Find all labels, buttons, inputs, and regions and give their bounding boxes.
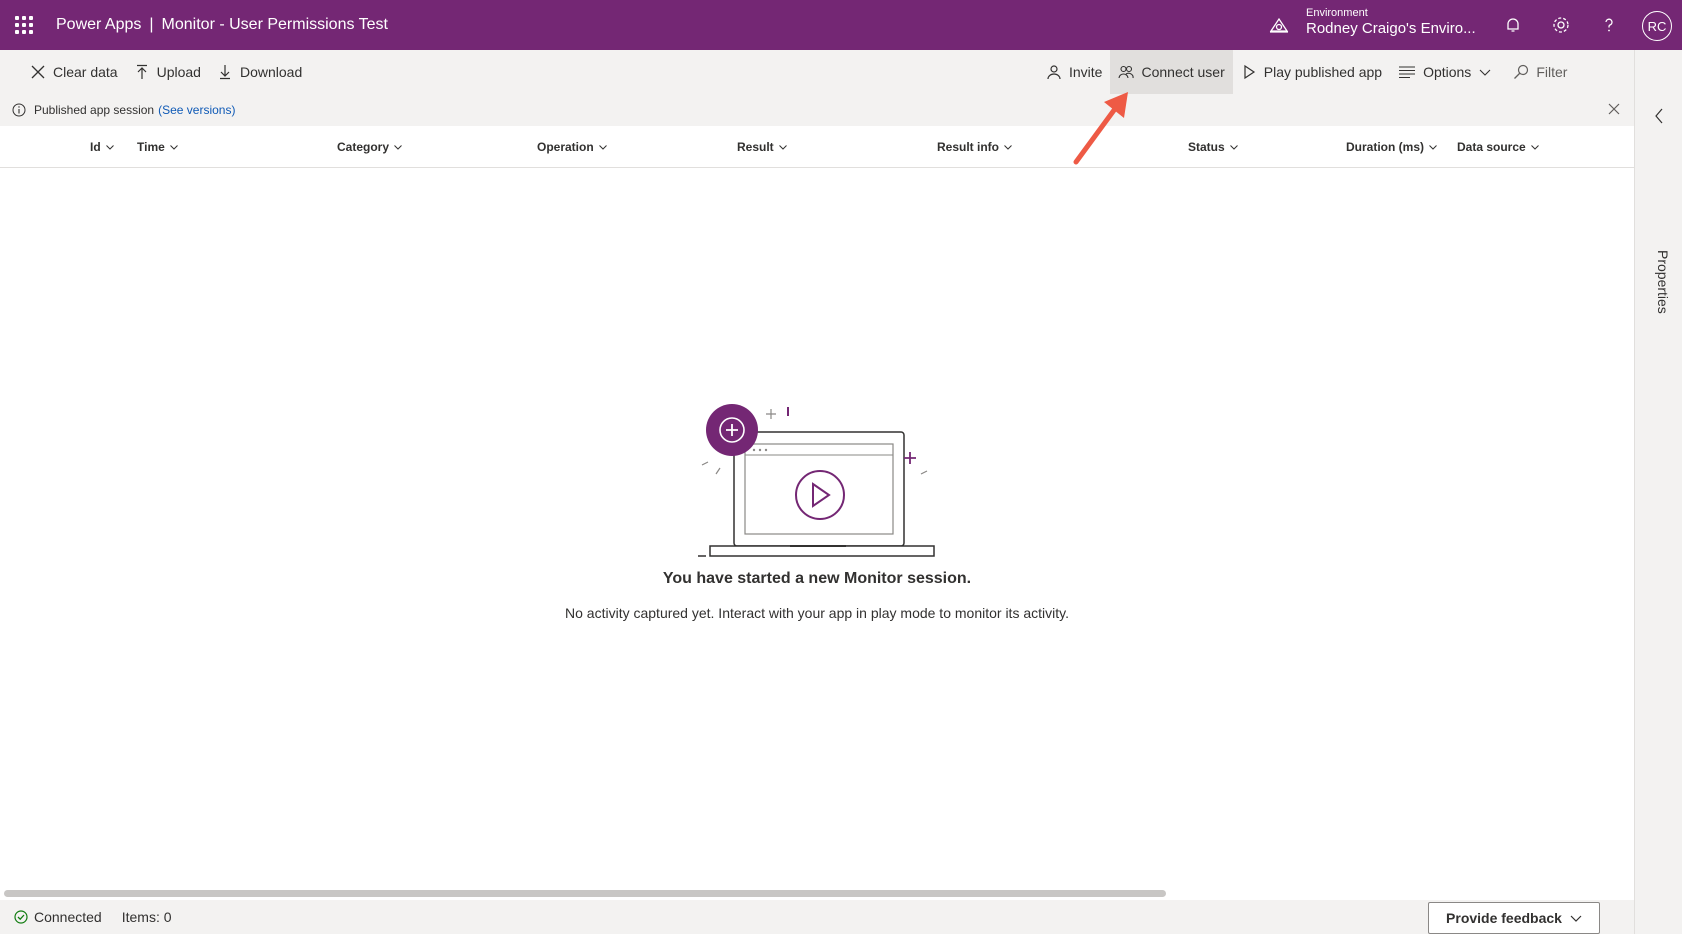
chevron-down-icon (1229, 145, 1238, 150)
items-count: Items: 0 (121, 909, 172, 925)
info-bar: Published app session (See versions) (0, 94, 1634, 126)
upload-button[interactable]: Upload (126, 50, 209, 94)
see-versions-link[interactable]: (See versions) (158, 103, 235, 117)
horizontal-scrollbar[interactable] (4, 890, 1166, 897)
column-header-label: Time (137, 140, 165, 154)
avatar[interactable]: RC (1642, 11, 1672, 41)
play-icon (1244, 64, 1255, 80)
options-icon (1399, 66, 1416, 79)
column-header-label: Duration (ms) (1346, 140, 1424, 154)
column-header-label: Operation (537, 140, 594, 154)
invite-label: Invite (1069, 64, 1103, 80)
empty-state-illustration (698, 404, 935, 557)
column-header-label: Result info (937, 140, 999, 154)
chevron-down-icon (394, 145, 402, 150)
column-header-label: Result (737, 140, 774, 154)
monitor-app: Power Apps | Monitor - User Permissions Te… (0, 0, 1682, 934)
people-icon (1118, 65, 1135, 79)
column-header[interactable]: Data source (1457, 140, 1540, 154)
environment-label: Environment (1306, 7, 1368, 19)
play-published-app-label: Play published app (1263, 64, 1383, 80)
column-header-label: Id (90, 140, 101, 154)
properties-pane: Properties (1634, 50, 1682, 934)
download-icon (219, 65, 230, 80)
connect-user-label: Connect user (1141, 64, 1225, 80)
column-header-label: Category (337, 140, 390, 154)
column-header[interactable]: Time (137, 140, 179, 154)
clear-data-label: Clear data (53, 64, 118, 80)
environment-picker[interactable]: Environment Rodney Craigo's Enviro... (1268, 6, 1476, 38)
options-label: Options (1423, 64, 1472, 80)
connection-status: Connected (34, 909, 102, 925)
app-name[interactable]: Power Apps (56, 16, 141, 33)
title-separator: | (149, 16, 154, 33)
properties-label[interactable]: Properties (1655, 250, 1671, 314)
chevron-left-icon[interactable] (1653, 108, 1665, 124)
column-header[interactable]: Status (1188, 140, 1239, 154)
download-label: Download (239, 64, 303, 80)
help-icon[interactable] (1597, 13, 1621, 37)
upload-label: Upload (156, 64, 201, 80)
empty-state-title: You have started a new Monitor session. (662, 570, 972, 587)
play-published-app-button[interactable]: Play published app (1233, 50, 1390, 94)
environment-name: Rodney Craigo's Enviro... (1306, 20, 1476, 37)
clear-data-button[interactable]: Clear data (22, 50, 126, 94)
check-circle-icon (14, 910, 28, 924)
column-header[interactable]: Duration (ms) (1346, 140, 1438, 154)
annotation-arrow (1073, 92, 1128, 165)
close-icon (31, 65, 45, 79)
column-header-label: Status (1188, 140, 1225, 154)
chevron-down-icon (778, 145, 787, 150)
chevron-down-icon (1429, 145, 1437, 150)
environment-icon (1269, 17, 1289, 33)
page-title: Monitor - User Permissions Test (161, 16, 388, 33)
top-bar: Power Apps | Monitor - User Permissions Te… (0, 0, 1682, 50)
status-bar: Connected Items: 0 Provide feedback (0, 900, 1634, 934)
provide-feedback-button[interactable]: Provide feedback (1428, 902, 1600, 934)
info-bar-text: Published app session (34, 103, 155, 117)
app-title: Power Apps | Monitor - User Permissions Te… (56, 16, 388, 34)
filter-label: Filter (1536, 64, 1568, 80)
download-button[interactable]: Download (209, 50, 310, 94)
gear-icon[interactable] (1549, 13, 1573, 37)
upload-icon (136, 64, 147, 79)
chevron-down-icon (1570, 915, 1582, 922)
column-header-label: Data source (1457, 140, 1526, 154)
filter-icon (1514, 64, 1529, 79)
info-icon (12, 103, 26, 117)
chevron-down-icon (169, 145, 178, 150)
chevron-down-icon (105, 145, 114, 150)
person-icon (1047, 65, 1061, 80)
chevron-down-icon (1530, 145, 1539, 150)
table-header: Id Time Category Operation Result Result… (0, 126, 1634, 168)
chevron-down-icon (1004, 145, 1012, 150)
empty-state-subtitle: No activity captured yet. Interact with … (565, 605, 1069, 621)
filter-button[interactable]: Filter (1505, 50, 1575, 94)
column-header[interactable]: Category (337, 140, 403, 154)
column-header[interactable]: Result (737, 140, 788, 154)
waffle-icon[interactable] (0, 0, 48, 50)
column-header[interactable]: Result info (937, 140, 1013, 154)
column-header[interactable]: Id (90, 140, 115, 154)
chevron-down-icon (598, 145, 607, 150)
bell-icon[interactable] (1501, 13, 1525, 37)
command-bar: Clear data Upload Download Invite Connec… (0, 50, 1634, 94)
close-icon[interactable] (1608, 103, 1620, 115)
options-button[interactable]: Options (1390, 50, 1499, 94)
chevron-down-icon (1479, 69, 1491, 76)
provide-feedback-label: Provide feedback (1446, 910, 1562, 926)
column-header[interactable]: Operation (537, 140, 608, 154)
